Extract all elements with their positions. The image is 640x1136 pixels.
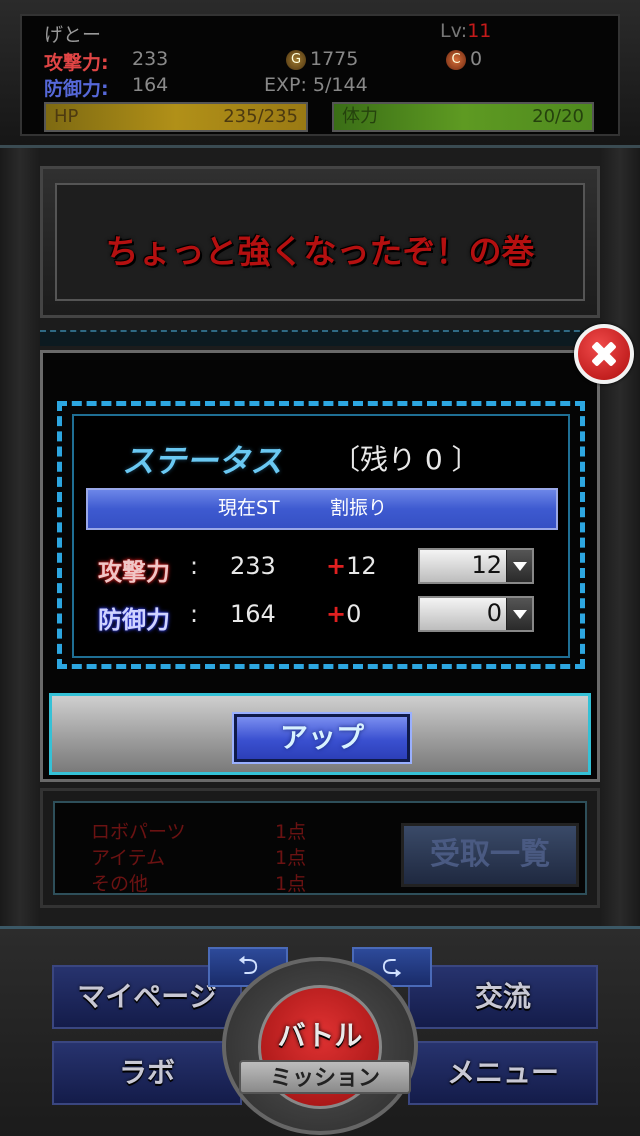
attack-bonus: +12 (326, 552, 377, 580)
rewards-panel: ロボパーツ 1点 アイテム 1点 その他 1点 受取一覧 (40, 788, 600, 908)
nav-labo-button[interactable]: ラボ (52, 1041, 242, 1105)
defense-plus-sign: + (326, 600, 347, 628)
battle-mission-dial: バトル ミッション (222, 957, 418, 1135)
battle-button[interactable]: バトル ミッション (239, 985, 411, 1109)
level-value: 11 (467, 20, 492, 42)
reward-points-parts: 1点 (275, 821, 307, 843)
quest-title: ちょっと強くなったぞ！の巻 (105, 232, 535, 271)
status-header: げとー Lv:11 攻撃力: 233 防御力: 164 G 1775 EXP: 5… (0, 0, 640, 148)
battle-label: バトル (277, 1019, 363, 1052)
close-icon[interactable] (574, 324, 634, 384)
chevron-down-icon[interactable] (506, 550, 532, 582)
attack-select-value: 12 (471, 551, 502, 579)
defense-allocation-select[interactable]: 0 (418, 596, 534, 632)
quest-panel: ちょっと強くなったぞ！の巻 (40, 166, 600, 318)
hp-gauge: HP 235/235 (44, 102, 308, 132)
reward-label-parts: ロボパーツ (91, 821, 186, 843)
premium-coin-icon: C (446, 49, 466, 70)
status-modal-frame: ステータス 〔残り 0 〕 現在ST 割振り 攻撃力 : 233 +12 12 (57, 401, 585, 669)
nav-menu-button[interactable]: メニュー (408, 1041, 598, 1105)
quest-title-box: ちょっと強くなったぞ！の巻 (55, 183, 585, 301)
gold-display: G 1775 (286, 48, 358, 70)
header-allocation: 割振り (330, 497, 388, 519)
attack-label: 攻撃力: (44, 52, 109, 74)
attack-bonus-value: 12 (346, 552, 377, 580)
attack-plus-sign: + (326, 552, 347, 580)
reward-points-item: 1点 (275, 847, 307, 869)
defense-current-value: 164 (230, 600, 276, 628)
defense-select-value: 0 (486, 599, 502, 627)
chevron-down-icon[interactable] (506, 598, 532, 630)
remaining-points: 〔残り 0 〕 (332, 443, 480, 476)
status-panel: げとー Lv:11 攻撃力: 233 防御力: 164 G 1775 EXP: 5… (20, 14, 620, 136)
defense-bonus: +0 (326, 600, 361, 628)
header-current-st: 現在ST (218, 497, 280, 519)
player-name: げとー (44, 24, 102, 46)
level-label: Lv: (440, 20, 468, 42)
reward-label-other: その他 (91, 873, 149, 895)
defense-bonus-value: 0 (346, 600, 362, 628)
divider (40, 330, 600, 346)
gold-coin-icon: G (286, 49, 306, 70)
reward-label-item: アイテム (91, 847, 166, 869)
nav-kouryu-button[interactable]: 交流 (408, 965, 598, 1029)
level-display: Lv:11 (440, 20, 491, 42)
action-bar: アップ (49, 693, 591, 775)
defense-colon: : (190, 600, 199, 628)
status-modal: ステータス 〔残り 0 〕 現在ST 割振り 攻撃力 : 233 +12 12 (40, 350, 600, 782)
attack-value: 233 (132, 48, 169, 70)
attack-allocation-select[interactable]: 12 (418, 548, 534, 584)
stamina-gauge: 体力 20/20 (332, 102, 594, 132)
stamina-label: 体力 (342, 106, 378, 127)
status-box: ステータス 〔残り 0 〕 現在ST 割振り 攻撃力 : 233 +12 12 (72, 414, 570, 658)
coin-display: C0 (446, 48, 482, 70)
modal-attack-label: 攻撃力 (98, 558, 170, 586)
stat-header-bar: 現在ST 割振り (86, 488, 558, 530)
modal-defense-label: 防御力 (98, 606, 170, 634)
receive-list-button[interactable]: 受取一覧 (401, 823, 579, 887)
defense-label: 防御力: (44, 78, 109, 100)
attack-colon: : (190, 552, 199, 580)
hp-value: 235/235 (223, 106, 298, 127)
reward-points-other: 1点 (275, 873, 307, 895)
attack-current-value: 233 (230, 552, 276, 580)
status-title: ステータス (122, 442, 283, 480)
mission-button[interactable]: ミッション (239, 1060, 411, 1094)
rewards-box: ロボパーツ 1点 アイテム 1点 その他 1点 受取一覧 (53, 801, 587, 895)
exp-display: EXP: 5/144 (264, 74, 368, 96)
bottom-nav: マイページ ラボ 交流 メニュー ⮌ ⮎ バトル ミッション (0, 926, 640, 1136)
gold-value: 1775 (310, 48, 359, 70)
defense-value: 164 (132, 74, 169, 96)
hp-label: HP (54, 106, 79, 127)
coin-value: 0 (470, 48, 483, 70)
stamina-value: 20/20 (532, 106, 584, 127)
game-screen: げとー Lv:11 攻撃力: 233 防御力: 164 G 1775 EXP: 5… (0, 0, 640, 1136)
up-button[interactable]: アップ (232, 712, 412, 764)
